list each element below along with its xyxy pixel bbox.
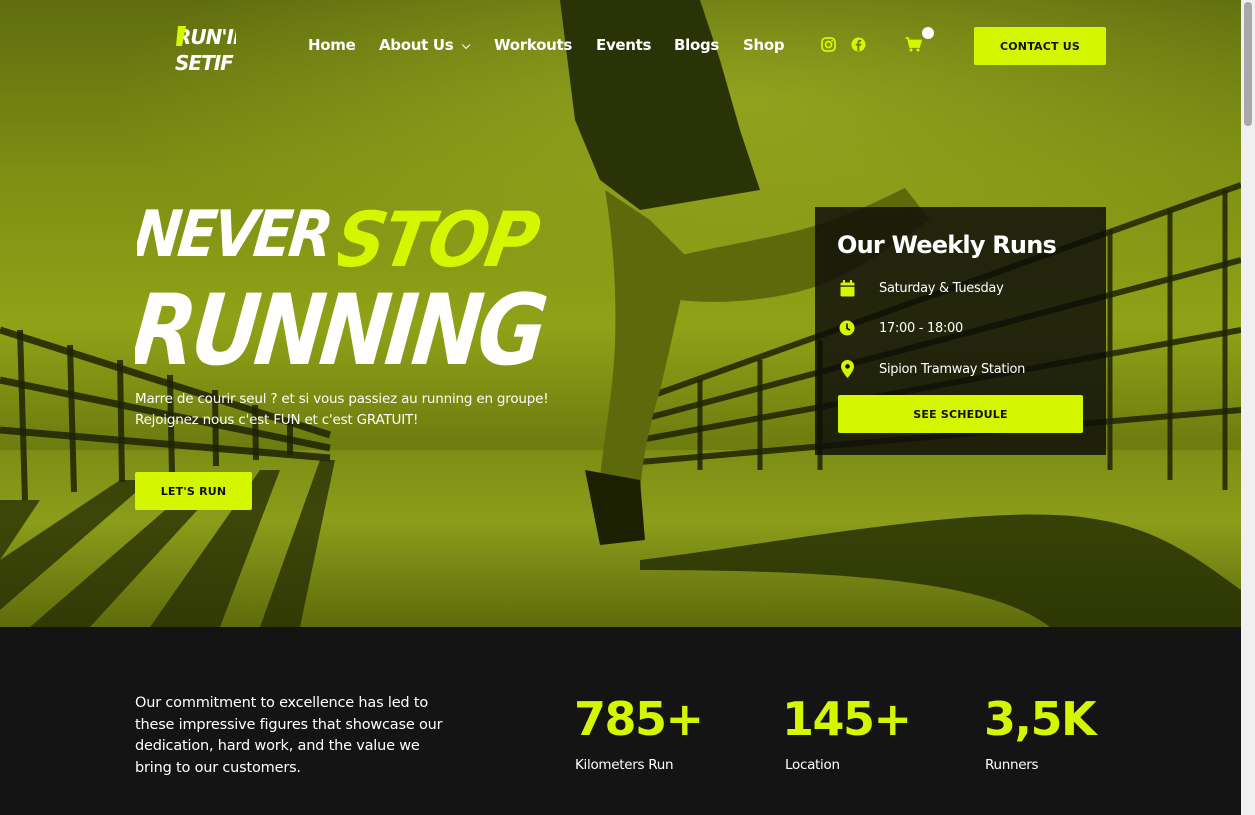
weekly-runs-time-row: 17:00 - 18:00: [839, 319, 963, 337]
hero-subtitle-line2: Rejoignez nous c'est FUN et c'est GRATUI…: [135, 412, 419, 428]
weekly-runs-days-row: Saturday & Tuesday: [839, 279, 1004, 297]
stat-kilometers-label: Kilometers Run: [575, 757, 674, 773]
nav-shop[interactable]: Shop: [743, 36, 785, 54]
nav-blogs[interactable]: Blogs: [674, 36, 719, 54]
scrollbar-thumb[interactable]: [1244, 2, 1252, 126]
stats-intro-text: Our commitment to excellence has led to …: [135, 695, 443, 776]
clock-icon: [839, 319, 855, 337]
hero-subtitle: Marre de courir seul ? et si vous passie…: [135, 389, 605, 431]
cart-count-badge: [922, 27, 934, 39]
weekly-runs-time: 17:00 - 18:00: [879, 320, 963, 336]
svg-text:RUNNING: RUNNING: [135, 274, 549, 383]
calendar-icon: [839, 279, 855, 297]
svg-text:NEVER: NEVER: [137, 197, 333, 270]
stat-kilometers-value: 785+: [574, 692, 704, 746]
site-logo[interactable]: RUN'IN SETIF: [172, 20, 236, 74]
contact-us-button[interactable]: CONTACT US: [974, 27, 1106, 65]
stat-runners-label: Runners: [985, 757, 1039, 773]
stat-runners-value: 3,5K: [984, 692, 1097, 746]
lets-run-button[interactable]: LET'S RUN: [135, 472, 252, 510]
hero-title-running: RUNNING: [135, 274, 549, 383]
hero-subtitle-line1: Marre de courir seul ? et si vous passie…: [135, 391, 549, 407]
stats-section: Our commitment to excellence has led to …: [0, 627, 1241, 815]
nav-home[interactable]: Home: [308, 36, 356, 54]
page-scrollbar[interactable]: [1241, 0, 1255, 815]
weekly-runs-days: Saturday & Tuesday: [879, 280, 1004, 296]
weekly-runs-location: Sipion Tramway Station: [879, 361, 1026, 377]
hero-title-never: NEVER: [137, 197, 333, 270]
page: RUN'IN SETIF Home About Us Workouts Even…: [0, 0, 1255, 815]
instagram-icon[interactable]: [821, 37, 836, 52]
weekly-runs-location-row: Sipion Tramway Station: [839, 360, 1025, 378]
weekly-runs-title: Our Weekly Runs: [837, 231, 1057, 259]
see-schedule-button[interactable]: SEE SCHEDULE: [838, 395, 1083, 433]
nav-about-us[interactable]: About Us: [379, 36, 471, 54]
nav-workouts[interactable]: Workouts: [494, 36, 572, 54]
svg-text:SETIF: SETIF: [175, 51, 234, 74]
cart-icon[interactable]: [905, 37, 922, 52]
weekly-runs-card: Our Weekly Runs Saturday & Tuesday 17:00…: [815, 207, 1106, 455]
nav-about-us-label: About Us: [379, 36, 454, 54]
stat-location-value: 145+: [782, 692, 912, 746]
hero-section: RUN'IN SETIF Home About Us Workouts Even…: [0, 0, 1241, 627]
facebook-icon[interactable]: [851, 37, 866, 52]
nav-events[interactable]: Events: [596, 36, 651, 54]
location-pin-icon: [839, 360, 855, 378]
stat-location-label: Location: [785, 757, 840, 773]
